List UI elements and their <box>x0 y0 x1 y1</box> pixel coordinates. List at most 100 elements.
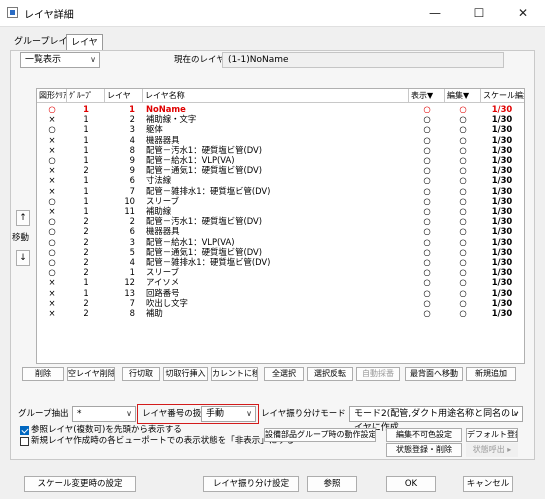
row-scale[interactable]: 1/30 <box>481 288 523 298</box>
move-up-button[interactable]: ↑ <box>16 210 30 226</box>
ok-button[interactable]: OK <box>386 476 436 492</box>
row-layer-number[interactable]: 4 <box>105 135 135 145</box>
row-layer-number[interactable]: 8 <box>105 145 135 155</box>
row-layer-number[interactable]: 11 <box>105 206 135 216</box>
row-figure-clear[interactable]: ○ <box>37 196 67 206</box>
row-edit[interactable]: ○ <box>445 186 481 196</box>
move-to-current-button[interactable]: カレントに移動 <box>211 367 258 381</box>
row-group[interactable]: 2 <box>67 165 105 175</box>
group-extract-select[interactable]: * ∨ <box>72 406 136 422</box>
row-group[interactable]: 1 <box>67 135 105 145</box>
row-group[interactable]: 2 <box>67 267 105 277</box>
row-layer-number[interactable]: 6 <box>105 226 135 236</box>
row-scale[interactable]: 1/30 <box>481 206 523 216</box>
row-group[interactable]: 1 <box>67 288 105 298</box>
table-row[interactable]: × 1 4 機器器具 ○ ○ 1/30 <box>37 135 524 145</box>
row-layer-number[interactable]: 13 <box>105 288 135 298</box>
row-layer-number[interactable]: 5 <box>105 247 135 257</box>
row-display[interactable]: ○ <box>409 145 445 155</box>
row-group[interactable]: 2 <box>67 308 105 318</box>
row-group[interactable]: 1 <box>67 206 105 216</box>
row-group[interactable]: 2 <box>67 226 105 236</box>
cancel-button[interactable]: キャンセル <box>463 476 513 492</box>
col-layer[interactable]: レイヤ <box>105 89 143 102</box>
row-layer-number[interactable]: 2 <box>105 114 135 124</box>
row-scale[interactable]: 1/30 <box>481 196 523 206</box>
row-group[interactable]: 2 <box>67 216 105 226</box>
col-display[interactable]: 表示▼ <box>409 89 445 102</box>
row-scale[interactable]: 1/30 <box>481 308 523 318</box>
table-row[interactable]: × 1 8 配管－汚水1：硬質塩ビ管(DV) ○ ○ 1/30 <box>37 145 524 155</box>
row-display[interactable]: ○ <box>409 308 445 318</box>
row-display[interactable]: ○ <box>409 104 445 114</box>
delete-button[interactable]: 削除 <box>22 367 64 381</box>
row-scale[interactable]: 1/30 <box>481 237 523 247</box>
row-layer-number[interactable]: 3 <box>105 237 135 247</box>
state-recall-button[interactable]: 状態呼出 ▸ <box>466 443 518 457</box>
auto-number-button[interactable]: 自動採番 <box>356 367 400 381</box>
row-edit[interactable]: ○ <box>445 257 481 267</box>
row-figure-clear[interactable]: × <box>37 114 67 124</box>
row-group[interactable]: 1 <box>67 155 105 165</box>
checkbox-hide-new-layer[interactable] <box>20 437 29 446</box>
row-edit[interactable]: ○ <box>445 216 481 226</box>
row-group[interactable]: 1 <box>67 104 105 114</box>
row-layer-number[interactable]: 7 <box>105 298 135 308</box>
layer-mode-select[interactable]: モード2(配管,ダクト用途名称と同名のレイヤに作成 ∨ <box>349 406 523 433</box>
row-scale[interactable]: 1/30 <box>481 267 523 277</box>
row-figure-clear[interactable]: ○ <box>37 247 67 257</box>
col-scale-edit[interactable]: スケール編集 <box>481 89 524 102</box>
row-display[interactable]: ○ <box>409 206 445 216</box>
row-figure-clear[interactable]: ○ <box>37 267 67 277</box>
checkbox-show-reference[interactable] <box>20 426 29 435</box>
view-select[interactable]: 一覧表示 ∨ <box>20 52 100 68</box>
row-edit[interactable]: ○ <box>445 308 481 318</box>
row-display[interactable]: ○ <box>409 237 445 247</box>
row-edit[interactable]: ○ <box>445 124 481 134</box>
row-layer-number[interactable]: 12 <box>105 277 135 287</box>
table-row[interactable]: ○ 2 2 配管－汚水1：硬質塩ビ管(DV) ○ ○ 1/30 <box>37 216 524 226</box>
row-layer-number[interactable]: 6 <box>105 175 135 185</box>
row-edit[interactable]: ○ <box>445 247 481 257</box>
row-group[interactable]: 1 <box>67 186 105 196</box>
row-display[interactable]: ○ <box>409 114 445 124</box>
row-scale[interactable]: 1/30 <box>481 247 523 257</box>
close-button[interactable]: ✕ <box>501 0 545 26</box>
row-display[interactable]: ○ <box>409 135 445 145</box>
row-figure-clear[interactable]: × <box>37 288 67 298</box>
move-to-back-button[interactable]: 最背面へ移動 <box>405 367 463 381</box>
row-figure-clear[interactable]: × <box>37 135 67 145</box>
row-layer-number[interactable]: 2 <box>105 216 135 226</box>
row-layer-number[interactable]: 1 <box>105 267 135 277</box>
row-figure-clear[interactable]: × <box>37 308 67 318</box>
reference-button[interactable]: 参照 <box>307 476 357 492</box>
row-edit[interactable]: ○ <box>445 165 481 175</box>
row-scale[interactable]: 1/30 <box>481 135 523 145</box>
row-scale[interactable]: 1/30 <box>481 277 523 287</box>
row-edit[interactable]: ○ <box>445 288 481 298</box>
row-edit[interactable]: ○ <box>445 155 481 165</box>
row-layer-number[interactable]: 10 <box>105 196 135 206</box>
row-scale[interactable]: 1/30 <box>481 216 523 226</box>
row-layer-number[interactable]: 1 <box>105 104 135 114</box>
row-figure-clear[interactable]: × <box>37 175 67 185</box>
row-edit[interactable]: ○ <box>445 196 481 206</box>
row-scale[interactable]: 1/30 <box>481 145 523 155</box>
row-figure-clear[interactable]: ○ <box>37 257 67 267</box>
row-display[interactable]: ○ <box>409 196 445 206</box>
table-row[interactable]: × 1 11 補助線 ○ ○ 1/30 <box>37 206 524 216</box>
row-display[interactable]: ○ <box>409 277 445 287</box>
row-display[interactable]: ○ <box>409 257 445 267</box>
move-down-button[interactable]: ↓ <box>16 250 30 266</box>
insert-cut-row-button[interactable]: 切取行挿入 <box>163 367 208 381</box>
row-edit[interactable]: ○ <box>445 145 481 155</box>
row-scale[interactable]: 1/30 <box>481 155 523 165</box>
row-figure-clear[interactable]: × <box>37 277 67 287</box>
table-row[interactable]: ○ 2 6 機器器具 ○ ○ 1/30 <box>37 226 524 236</box>
row-edit[interactable]: ○ <box>445 226 481 236</box>
cut-row-button[interactable]: 行切取 <box>122 367 160 381</box>
invert-selection-button[interactable]: 選択反転 <box>307 367 353 381</box>
table-row[interactable]: × 1 12 アイソメ ○ ○ 1/30 <box>37 277 524 287</box>
row-group[interactable]: 2 <box>67 247 105 257</box>
row-display[interactable]: ○ <box>409 298 445 308</box>
